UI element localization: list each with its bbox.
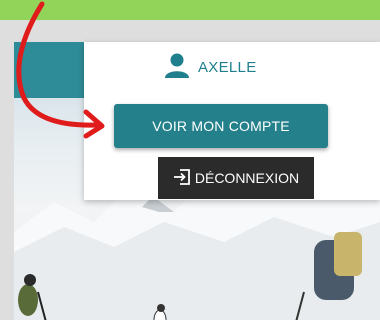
user-dropdown: AXELLE VOIR MON COMPTE DÉCONNEXION [84, 42, 380, 200]
logout-label: DÉCONNEXION [194, 170, 300, 186]
red-arrow-annotation [16, 1, 105, 139]
user-info: AXELLE [164, 50, 257, 84]
logout-button[interactable]: DÉCONNEXION [158, 157, 314, 199]
view-account-label: VOIR MON COMPTE [152, 118, 290, 134]
logout-icon [173, 168, 191, 189]
view-account-button[interactable]: VOIR MON COMPTE [114, 104, 328, 148]
user-icon [164, 52, 190, 83]
user-name: AXELLE [198, 58, 257, 76]
